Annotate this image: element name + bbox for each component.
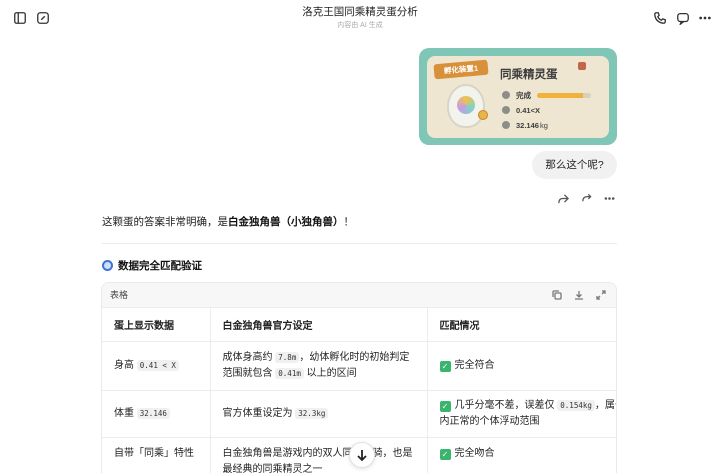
egg-name: 同乘精灵蛋 [500, 69, 558, 81]
page-title: 洛克王国同乘精灵蛋分析 [302, 6, 418, 18]
clock-icon [502, 91, 510, 99]
table-header-row: 蛋上显示数据 白金独角兽官方设定 匹配情况 [102, 308, 616, 342]
table-cell: 白金独角兽是游戏内的双人同乘坐骑，也是最经典的同乘精灵之一 [210, 437, 428, 473]
hatch-progress-fill [537, 92, 583, 98]
cell-text: 官方体重设定为 [222, 407, 293, 419]
cell-text: 身高 [114, 359, 134, 371]
cell-text: 体重 [114, 407, 134, 419]
copy-icon[interactable] [551, 289, 562, 300]
answer-suffix: ！ [343, 216, 355, 228]
check-icon: ✓ [439, 400, 451, 412]
hatch-progress-bar [537, 92, 591, 98]
divider [102, 243, 617, 244]
weight-icon [502, 121, 510, 129]
cell-code: 32.146 [136, 407, 170, 419]
status-row: 完成 [502, 89, 591, 101]
answer-prefix: 这颗蛋的答案非常明确，是 [102, 216, 228, 228]
page-subtitle: 内容由 AI 生成 [337, 22, 383, 29]
status-label: 完成 [516, 90, 531, 100]
table-header: 蛋上显示数据 [102, 308, 211, 342]
table-header: 白金独角兽官方设定 [210, 308, 428, 342]
cell-text: 自带「同乘」特性 [114, 447, 194, 459]
cell-text: 以上的区间 [306, 367, 357, 379]
scroll-down-button[interactable] [349, 442, 375, 468]
more-actions-icon[interactable] [602, 191, 616, 205]
cell-code: 7.8m [275, 351, 300, 363]
cell-text: 几乎分毫不差，误差仅 [454, 399, 555, 411]
cell-code: 0.41 < X [136, 359, 179, 371]
section-heading: 数据完全匹配验证 [102, 258, 202, 273]
table-cell: 自带「同乘」特性 [102, 437, 211, 473]
expand-icon[interactable] [595, 289, 606, 300]
answer-highlight: 白金独角兽（小独角兽） [228, 216, 344, 228]
weight-row: 32.146 kg [502, 119, 548, 131]
cell-text: 白金独角兽是游戏内的双人同乘坐骑，也是最经典的同乘精灵之一 [222, 447, 413, 473]
answer-text: 这颗蛋的答案非常明确，是白金独角兽（小独角兽）！ [102, 214, 354, 230]
message-actions [556, 191, 616, 205]
check-icon: ✓ [439, 360, 451, 372]
user-message: 那么这个呢? [532, 151, 617, 179]
table-header: 匹配情况 [427, 308, 616, 342]
arrow-down-icon [357, 450, 367, 461]
more-icon[interactable] [697, 10, 713, 26]
cell-code: 32.3kg [295, 407, 329, 419]
check-icon: ✓ [439, 448, 451, 460]
table-cell: 体重 32.146 [102, 390, 211, 438]
ruler-icon [502, 106, 510, 114]
cell-text: 完全吻合 [454, 447, 495, 459]
weight-unit: kg [539, 120, 548, 130]
table-label: 表格 [110, 290, 129, 300]
table-cell: 官方体重设定为 32.3kg [210, 390, 428, 438]
title-block: 洛克王国同乘精灵蛋分析 内容由 AI 生成 [0, 5, 720, 32]
table-row: 体重 32.146 官方体重设定为 32.3kg ✓ 几乎分毫不差，误差仅 0.1… [102, 390, 616, 438]
cell-text: 成体身高约 [222, 351, 273, 363]
table-toolbar: 表格 [102, 283, 616, 308]
share-icon[interactable] [556, 191, 570, 205]
table-cell: 身高 0.41 < X [102, 341, 211, 391]
section-title: 数据完全匹配验证 [118, 260, 202, 272]
medal-icon [478, 110, 488, 120]
height-value: 0.41<X [516, 105, 540, 115]
table-cell: ✓几乎分毫不差，误差仅 0.154kg，属于游戏内正常的个体浮动范围 [427, 390, 616, 438]
table-cell: ✓ 完全符合 [427, 341, 616, 391]
cell-code: 0.154kg [557, 399, 595, 411]
chat-bubble-icon[interactable] [675, 10, 691, 26]
table-cell: ✓ 完全吻合 [427, 437, 616, 473]
magnifier-icon [102, 260, 113, 271]
forward-icon[interactable] [579, 191, 593, 205]
download-icon[interactable] [573, 289, 584, 300]
gem-icon [457, 96, 475, 114]
cell-code: 0.41m [275, 367, 304, 379]
height-row: 0.41<X [502, 104, 540, 116]
weight-value: 32.146 [516, 120, 539, 130]
egg-icon [447, 84, 485, 128]
cell-text: 完全符合 [454, 359, 495, 371]
table-cell: 成体身高约 7.8m ，幼体孵化时的初始判定范围就包含 0.41m 以上的区间 [210, 341, 428, 391]
phone-icon[interactable] [652, 10, 668, 26]
table-row: 身高 0.41 < X 成体身高约 7.8m ，幼体孵化时的初始判定范围就包含 0… [102, 341, 616, 391]
top-bar: 洛克王国同乘精灵蛋分析 内容由 AI 生成 [0, 0, 720, 38]
pin-icon [578, 62, 586, 70]
